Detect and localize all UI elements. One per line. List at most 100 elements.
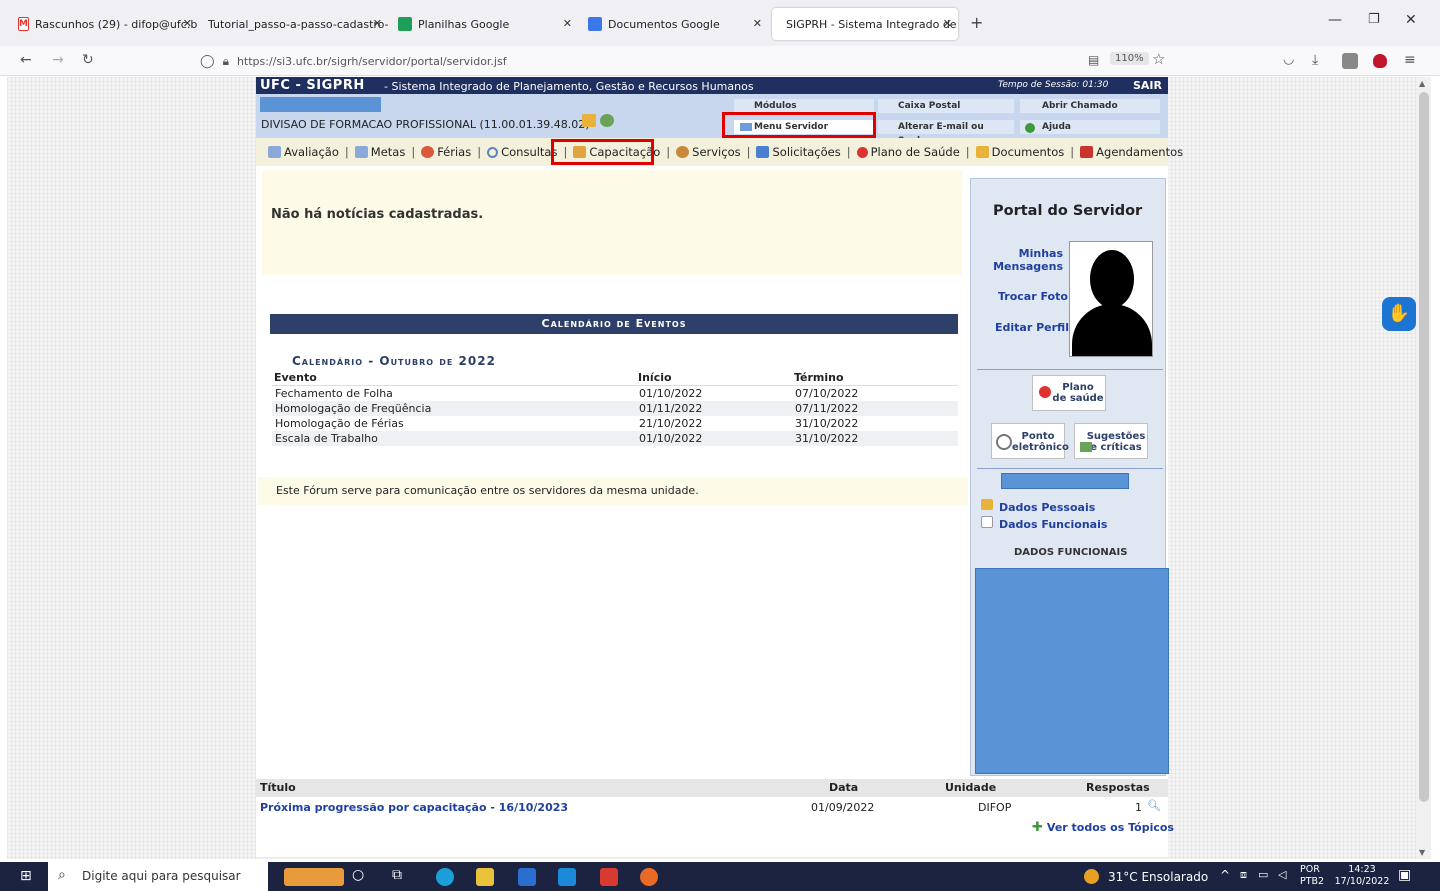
zoom-badge[interactable]: 110% bbox=[1110, 52, 1149, 65]
menu-icon[interactable]: ≡ bbox=[1404, 52, 1416, 68]
ver-todos-link[interactable]: ✚ Ver todos os Tópicos bbox=[1032, 820, 1174, 835]
tab-sigprh[interactable]: SIGPRH - Sistema Integrado de ✕ bbox=[772, 8, 958, 40]
caixa-postal-button[interactable]: Caixa Postal bbox=[878, 99, 1014, 113]
office-icon[interactable] bbox=[600, 868, 618, 886]
reload-icon[interactable]: ↻ bbox=[82, 52, 94, 68]
task-circle-icon[interactable]: ○ bbox=[352, 867, 364, 883]
forum-date: 01/09/2022 bbox=[811, 801, 875, 814]
pencil-icon bbox=[1080, 442, 1092, 452]
restore-icon[interactable]: ❐ bbox=[1368, 12, 1380, 27]
close-icon[interactable]: ✕ bbox=[373, 17, 382, 30]
network-icon[interactable]: ⧈ bbox=[1240, 868, 1247, 882]
dados-pessoais-link[interactable]: Dados Pessoais bbox=[999, 501, 1095, 514]
nav-documentos[interactable]: Documentos bbox=[975, 145, 1064, 159]
edge-icon[interactable] bbox=[436, 868, 454, 886]
minhas-mensagens-link[interactable]: Minhas Mensagens bbox=[991, 247, 1063, 273]
vlibras-accessibility-icon[interactable]: ✋ bbox=[1382, 297, 1416, 331]
nav-solicitacoes[interactable]: Solicitações bbox=[756, 145, 841, 159]
ajuda-button[interactable]: Ajuda bbox=[1020, 120, 1160, 134]
reader-icon[interactable]: ▤ bbox=[1088, 53, 1099, 67]
ublock-icon[interactable] bbox=[1373, 54, 1387, 68]
new-tab-icon[interactable]: + bbox=[970, 13, 983, 32]
volume-icon[interactable]: ◁ bbox=[1278, 868, 1286, 881]
cortana-banner-icon[interactable] bbox=[284, 868, 344, 886]
unit-switch-icon[interactable] bbox=[582, 114, 596, 127]
logout-link[interactable]: SAIR bbox=[1133, 79, 1162, 92]
forward-icon[interactable]: → bbox=[52, 52, 64, 68]
nav-capacitacao[interactable]: Capacitação bbox=[573, 145, 660, 159]
metas-icon bbox=[354, 146, 368, 158]
tab-gmail[interactable]: M Rascunhos (29) - difop@ufc.br ✕ bbox=[10, 8, 198, 40]
forum-topic-link[interactable]: Próxima progressão por capacitação - 16/… bbox=[260, 801, 568, 814]
trocar-foto-link[interactable]: Trocar Foto bbox=[998, 290, 1068, 303]
redacted-field bbox=[1001, 473, 1129, 489]
windows-taskbar: ⊞ ⌕ Digite aqui para pesquisar ○ ⧉ 31°C … bbox=[0, 862, 1440, 891]
magnifier-icon[interactable]: 🔍︎ bbox=[1147, 799, 1161, 812]
docs-icon bbox=[588, 17, 602, 31]
close-icon[interactable]: ✕ bbox=[563, 17, 572, 30]
weather-text[interactable]: 31°C Ensolarado bbox=[1108, 870, 1208, 884]
close-window-icon[interactable]: ✕ bbox=[1405, 12, 1417, 28]
tab-planilhas[interactable]: Planilhas Google ✕ bbox=[390, 8, 578, 40]
nav-plano-saude[interactable]: Plano de Saúde bbox=[856, 145, 960, 159]
task-view-icon[interactable]: ⧉ bbox=[392, 867, 402, 883]
firefox-icon[interactable] bbox=[640, 868, 658, 886]
modules-button[interactable]: Módulos bbox=[734, 99, 874, 113]
bookmark-star-icon[interactable]: ☆ bbox=[1152, 50, 1165, 68]
nav-agendamentos[interactable]: Agendamentos bbox=[1080, 145, 1183, 159]
calendar-title: Calendário de Eventos bbox=[270, 314, 958, 334]
nav-metas[interactable]: Metas bbox=[354, 145, 405, 159]
url-bar[interactable]: ◯ 🔒︎ https://si3.ufc.br/sigrh/servidor/p… bbox=[200, 49, 1180, 73]
ponto-eletronico-button[interactable]: Ponto eletrônico bbox=[991, 423, 1069, 459]
nav-consultas[interactable]: Consultas bbox=[487, 145, 557, 159]
tray-arrow-icon[interactable]: ^ bbox=[1220, 868, 1230, 882]
close-icon[interactable]: ✕ bbox=[753, 17, 762, 30]
scroll-up-icon[interactable]: ▲ bbox=[1419, 79, 1425, 88]
tab-tutorial[interactable]: Tutorial_passo-a-passo-cadastro-ba ✕ bbox=[200, 8, 388, 40]
users-icon[interactable] bbox=[600, 114, 614, 127]
sugestoes-button[interactable]: Sugestões e críticas bbox=[1074, 423, 1148, 459]
scrollbar-thumb[interactable] bbox=[1419, 92, 1429, 802]
menu-servidor-button[interactable]: Menu Servidor bbox=[734, 120, 874, 134]
close-icon[interactable]: ✕ bbox=[943, 17, 952, 30]
back-icon[interactable]: ← bbox=[20, 52, 32, 68]
tab-documentos[interactable]: Documentos Google ✕ bbox=[580, 8, 768, 40]
nav-ferias[interactable]: Férias bbox=[421, 145, 471, 159]
search-icon: ⌕ bbox=[58, 867, 66, 883]
nav-avaliacao[interactable]: Avaliação bbox=[268, 145, 339, 159]
module-bar: DIVISAO DE FORMACAO PROFISSIONAL (11.00.… bbox=[256, 94, 1168, 146]
language-indicator[interactable]: POR PTB2 bbox=[1300, 864, 1324, 888]
wifi-icon[interactable]: ▭ bbox=[1258, 868, 1268, 881]
alterar-senha-button[interactable]: Alterar E-mail ou Senha bbox=[878, 120, 1014, 146]
windows-start-icon[interactable]: ⊞ bbox=[20, 868, 32, 884]
forum-unit: DIFOP bbox=[978, 801, 1012, 814]
lock-icon: 🔒︎ bbox=[222, 53, 229, 68]
minimize-icon[interactable]: — bbox=[1328, 12, 1342, 28]
sidebar-title: Portal do Servidor bbox=[993, 203, 1143, 219]
close-icon[interactable]: ✕ bbox=[183, 17, 192, 30]
mail-icon[interactable] bbox=[558, 868, 576, 886]
notification-icon[interactable]: ▣ bbox=[1398, 867, 1411, 883]
documentos-icon bbox=[975, 146, 989, 158]
download-icon[interactable]: ⤓ bbox=[1312, 52, 1318, 68]
nav-servicos[interactable]: Serviços bbox=[676, 145, 741, 159]
plano-saude-button[interactable]: Plano de saúde bbox=[1032, 375, 1106, 411]
news-box: Não há notícias cadastradas. bbox=[262, 170, 962, 275]
taskbar-search-input[interactable]: ⌕ Digite aqui para pesquisar bbox=[48, 862, 268, 891]
extension-icon[interactable] bbox=[1342, 53, 1358, 69]
col-data: Data bbox=[829, 781, 859, 794]
clock[interactable]: 14:23 17/10/2022 bbox=[1334, 864, 1390, 888]
unit-name: DIVISAO DE FORMACAO PROFISSIONAL (11.00.… bbox=[261, 118, 590, 131]
editar-perfil-link[interactable]: Editar Perfil bbox=[995, 321, 1069, 334]
col-unidade: Unidade bbox=[945, 781, 997, 794]
session-time: Tempo de Sessão: 01:30 bbox=[998, 80, 1109, 90]
explorer-icon[interactable] bbox=[476, 868, 494, 886]
abrir-chamado-button[interactable]: Abrir Chamado bbox=[1020, 99, 1160, 113]
calendar-subtitle: Calendário - Outubro de 2022 bbox=[292, 354, 496, 368]
pocket-icon[interactable]: ◡ bbox=[1283, 52, 1294, 67]
dados-funcionais-icon bbox=[981, 516, 993, 528]
dados-funcionais-link[interactable]: Dados Funcionais bbox=[999, 518, 1107, 531]
store-icon[interactable] bbox=[518, 868, 536, 886]
events-table: Evento Início Término Fechamento de Folh… bbox=[272, 370, 958, 446]
scroll-down-icon[interactable]: ▼ bbox=[1419, 848, 1425, 857]
